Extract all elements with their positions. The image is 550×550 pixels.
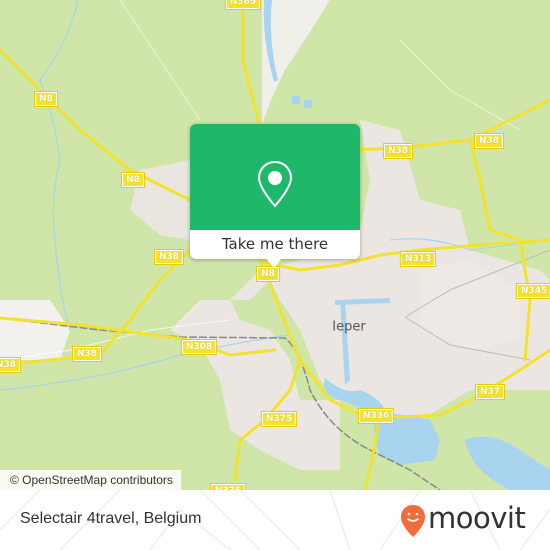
moovit-pin-icon <box>401 505 425 537</box>
map[interactable]: Ieper N369 N8 N8 N8 N38 N38 N38 N38 N38 … <box>0 0 550 490</box>
road-shield-n38: N38 <box>382 143 414 159</box>
pond <box>292 96 300 104</box>
destination-popup: Take me there <box>190 124 360 268</box>
road-shield-n375: N375 <box>260 411 298 427</box>
urban-area <box>130 160 190 240</box>
take-me-there-button[interactable]: Take me there <box>190 230 360 259</box>
road-shield-n38: N38 <box>0 357 22 373</box>
map-attribution[interactable]: © OpenStreetMap contributors <box>0 470 181 490</box>
pond <box>304 100 312 108</box>
road-shield-n369: N369 <box>224 0 262 10</box>
road-shield-n345: N345 <box>515 283 550 299</box>
road-shield-n8: N8 <box>34 91 58 107</box>
road-shield-n38: N38 <box>153 249 185 265</box>
popup-pointer <box>266 258 282 268</box>
moovit-wordmark: moovit <box>428 501 526 535</box>
road-shield-n336: N336 <box>357 408 395 424</box>
road-south <box>363 413 382 490</box>
road-shield-n8: N8 <box>121 172 145 188</box>
road-shield-n308: N308 <box>180 339 218 355</box>
popup-header <box>190 124 360 230</box>
footer: Selectair 4travel, Belgium moovit <box>0 490 550 550</box>
road-shield-n8: N8 <box>256 266 280 282</box>
stream <box>39 0 79 331</box>
place-name: Selectair 4travel, Belgium <box>20 510 202 527</box>
road-shield-n37: N37 <box>474 384 506 400</box>
minor-road <box>119 0 201 121</box>
city-label-ieper: Ieper <box>332 319 366 335</box>
road-n369 <box>241 0 264 142</box>
road-shield-n38: N38 <box>71 346 103 362</box>
minor-road <box>399 39 521 131</box>
lake-zillebeke <box>465 436 550 490</box>
map-pin-icon <box>257 160 293 208</box>
road-shield-n38: N38 <box>473 133 505 149</box>
road-ring <box>468 138 522 242</box>
road-shield-n313: N313 <box>399 251 437 267</box>
